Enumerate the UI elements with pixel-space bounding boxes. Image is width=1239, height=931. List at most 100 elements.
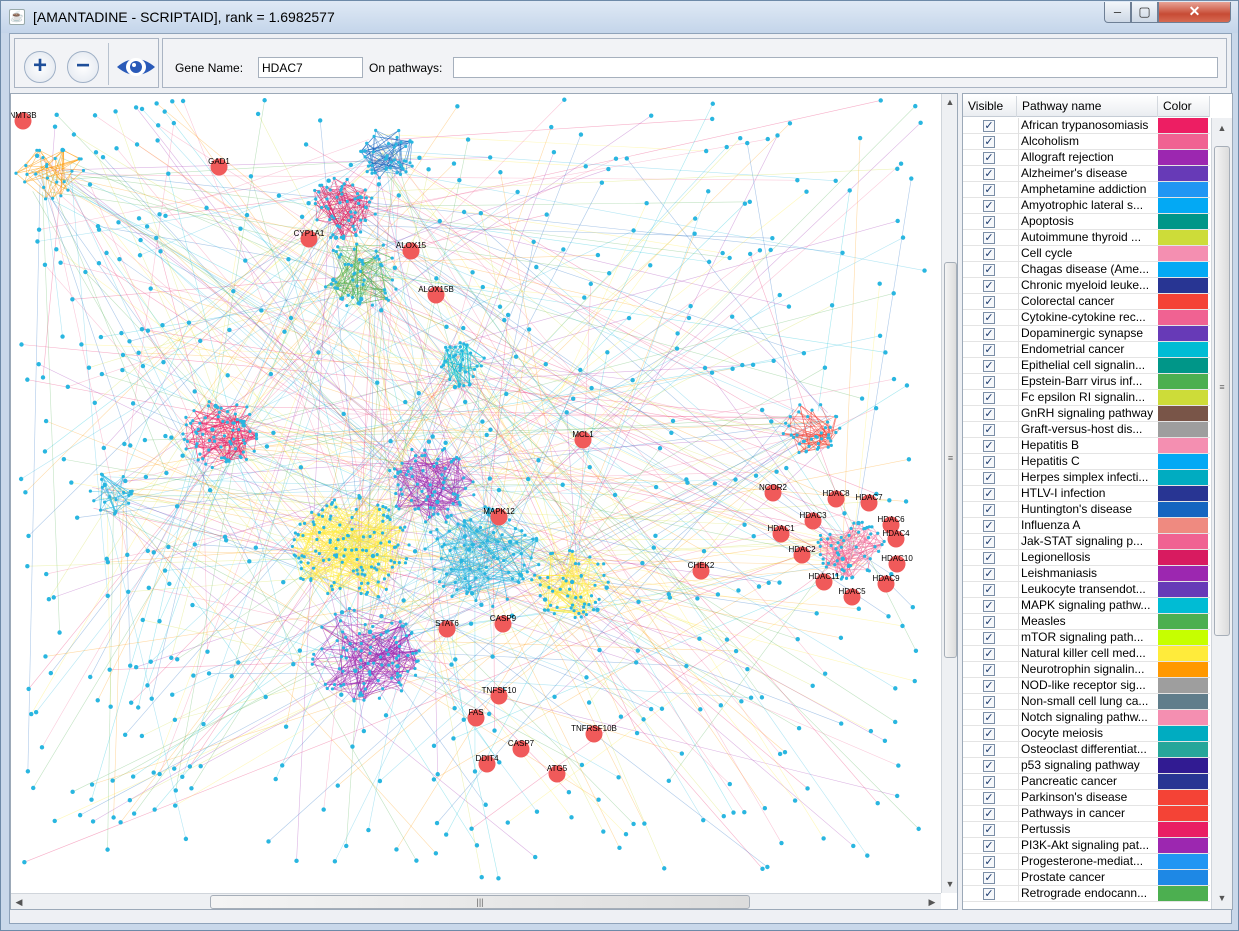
graph-node[interactable]	[846, 564, 851, 569]
graph-node[interactable]	[416, 391, 421, 396]
graph-node[interactable]	[413, 507, 417, 511]
graph-node[interactable]	[771, 358, 776, 364]
graph-node[interactable]	[456, 494, 460, 498]
graph-node[interactable]	[339, 610, 345, 615]
visible-checkbox[interactable]: ✓	[983, 808, 995, 820]
eye-icon[interactable]	[115, 51, 157, 83]
graph-node[interactable]	[384, 167, 388, 171]
graph-node[interactable]	[346, 293, 350, 297]
graph-node[interactable]	[877, 549, 881, 553]
graph-node[interactable]	[90, 819, 96, 824]
graph-node[interactable]	[895, 218, 900, 224]
graph-node[interactable]	[341, 630, 345, 634]
graph-node[interactable]	[329, 235, 333, 240]
graph-node[interactable]	[784, 465, 789, 471]
graph-node[interactable]	[294, 858, 299, 864]
visible-checkbox[interactable]: ✓	[983, 728, 995, 740]
graph-node[interactable]	[413, 459, 418, 463]
graph-node[interactable]	[484, 565, 488, 569]
graph-node[interactable]	[354, 233, 358, 238]
graph-node[interactable]	[387, 508, 391, 512]
graph-node[interactable]	[847, 533, 851, 537]
graph-node[interactable]	[474, 598, 478, 603]
graph-node[interactable]	[325, 686, 329, 691]
graph-node[interactable]	[448, 377, 452, 382]
graph-node[interactable]	[281, 579, 286, 585]
graph-node[interactable]	[338, 201, 342, 205]
graph-node[interactable]	[798, 403, 802, 407]
graph-node[interactable]	[362, 698, 366, 702]
table-row[interactable]: ✓ Non-small cell lung ca...	[963, 694, 1210, 710]
graph-node[interactable]	[44, 571, 49, 577]
graph-node[interactable]	[351, 224, 355, 228]
graph-node[interactable]	[42, 185, 46, 189]
graph-node[interactable]	[398, 172, 403, 176]
graph-node[interactable]	[195, 442, 199, 446]
graph-node[interactable]	[399, 683, 403, 687]
graph-node[interactable]	[898, 161, 904, 166]
graph-node[interactable]	[48, 670, 54, 676]
visible-checkbox[interactable]: ✓	[983, 664, 995, 676]
graph-node[interactable]	[387, 540, 392, 544]
graph-node[interactable]	[602, 573, 606, 577]
graph-node[interactable]	[456, 522, 460, 526]
graph-node[interactable]	[359, 665, 363, 669]
graph-node[interactable]	[709, 370, 715, 375]
graph-node[interactable]	[296, 533, 300, 537]
graph-node[interactable]	[417, 649, 421, 653]
graph-node[interactable]	[426, 439, 432, 444]
graph-node[interactable]	[379, 308, 384, 313]
pathway-color-swatch[interactable]	[1158, 310, 1208, 325]
graph-node[interactable]	[231, 437, 236, 441]
graph-node[interactable]	[357, 586, 362, 590]
graph-node[interactable]	[616, 775, 621, 780]
graph-node[interactable]	[359, 565, 363, 569]
graph-node[interactable]	[424, 520, 428, 524]
visible-checkbox[interactable]: ✓	[983, 392, 995, 404]
graph-node[interactable]	[584, 675, 589, 680]
graph-node[interactable]	[212, 435, 216, 439]
graph-node[interactable]	[819, 403, 823, 407]
table-row[interactable]: ✓ Endometrial cancer	[963, 342, 1210, 358]
graph-node[interactable]	[283, 724, 289, 729]
graph-node[interactable]	[787, 121, 793, 126]
graph-node[interactable]	[492, 728, 497, 733]
graph-node[interactable]	[189, 421, 193, 425]
graph-node[interactable]	[152, 807, 157, 812]
graph-node[interactable]	[349, 263, 354, 267]
graph-node[interactable]	[357, 494, 361, 498]
graph-node[interactable]	[198, 452, 202, 456]
graph-node[interactable]	[70, 297, 75, 302]
graph-node[interactable]	[467, 587, 471, 591]
graph-node[interactable]	[522, 563, 526, 567]
graph-node[interactable]	[192, 542, 198, 547]
graph-node[interactable]	[189, 786, 194, 791]
graph-node[interactable]	[105, 593, 110, 598]
graph-node[interactable]	[34, 153, 40, 158]
visible-checkbox[interactable]: ✓	[983, 248, 995, 260]
graph-node[interactable]	[549, 552, 553, 556]
graph-node[interactable]	[427, 515, 432, 519]
graph-node[interactable]	[765, 864, 770, 870]
graph-node[interactable]	[96, 260, 102, 266]
graph-node[interactable]	[133, 665, 139, 670]
graph-node[interactable]	[195, 431, 199, 435]
graph-node[interactable]	[383, 713, 389, 718]
visible-checkbox[interactable]: ✓	[983, 616, 995, 628]
graph-node[interactable]	[441, 486, 446, 490]
graph-node[interactable]	[128, 443, 133, 448]
graph-node[interactable]	[346, 534, 350, 538]
graph-node[interactable]	[39, 745, 45, 750]
graph-node[interactable]	[586, 700, 592, 705]
graph-node[interactable]	[163, 213, 168, 219]
graph-node[interactable]	[317, 118, 323, 123]
pathway-color-swatch[interactable]	[1158, 390, 1208, 405]
graph-node[interactable]	[781, 432, 785, 436]
graph-node[interactable]	[389, 559, 393, 563]
graph-node[interactable]	[390, 256, 394, 260]
graph-node[interactable]	[816, 445, 821, 450]
graph-node[interactable]	[203, 416, 207, 420]
graph-node[interactable]	[342, 554, 346, 558]
graph-node[interactable]	[394, 287, 398, 291]
graph-node[interactable]	[342, 682, 346, 687]
